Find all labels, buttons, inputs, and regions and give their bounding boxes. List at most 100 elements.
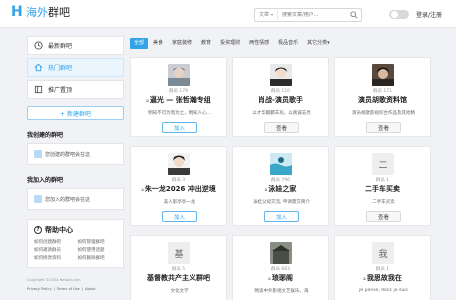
- member-count: 群员 5: [171, 267, 186, 272]
- category-filter-bar: 全部 美食 家庭装修 教育 投资理财 两性情感 极品音乐 其它分类▾: [130, 36, 432, 50]
- sidebar-item-promoted[interactable]: 推广置顶: [27, 80, 124, 99]
- lock-icon: 🔒︎: [268, 276, 271, 282]
- group-card[interactable]: 群员 683 🔒︎琅琊阁 畅谈中外影视文艺娱乐，海: [232, 235, 329, 300]
- login-register-link[interactable]: 登录/注册: [416, 10, 442, 19]
- search-box: 文章 ▾: [254, 8, 362, 22]
- site-logo[interactable]: H 海外群吧: [11, 5, 70, 20]
- search-type-label: 文章: [259, 12, 270, 18]
- filter-all[interactable]: 全部: [130, 37, 149, 49]
- group-avatar: [270, 153, 292, 175]
- join-button[interactable]: 加入: [162, 211, 197, 222]
- help-center-title: ? 帮助中心: [34, 225, 117, 235]
- group-card[interactable]: 我 群员 1 🔒︎我思故我在 Je pense, donc je suis: [334, 235, 431, 300]
- search-input[interactable]: [278, 12, 341, 18]
- group-card[interactable]: 二 群员 1 二手车买卖 二手车买卖 查看: [334, 146, 431, 226]
- filter-food[interactable]: 美食: [149, 38, 167, 49]
- group-desc: 二手车买卖: [372, 200, 395, 205]
- lock-icon: 🔒︎: [146, 98, 149, 104]
- my-created-box: 您创建的群吧会在这: [27, 143, 124, 165]
- group-avatar-letter: 基: [168, 242, 190, 264]
- footer-separator: |: [81, 287, 83, 291]
- group-name: 基督教共产主义群吧: [147, 274, 210, 282]
- group-card[interactable]: 群员 796 🔒︎泳娃之家 泳娃父母交流, 申请需交简介 加入: [232, 146, 329, 226]
- group-name: 🔒︎朱一龙2026 冲出逆境: [131, 184, 226, 194]
- group-avatar: [270, 64, 292, 86]
- my-joined-empty-text: 您加入的群吧会在这: [45, 196, 91, 203]
- group-desc: 美人影亭亭一龙: [163, 200, 196, 205]
- search-type-select[interactable]: 文章 ▾: [255, 10, 279, 20]
- filter-education[interactable]: 教育: [197, 38, 215, 49]
- help-link[interactable]: 如何邀请群员: [34, 247, 74, 253]
- book-icon: [34, 85, 43, 94]
- sidebar-item-label: 热门群吧: [48, 65, 73, 72]
- theme-toggle[interactable]: [389, 10, 409, 19]
- member-count: 群员 1: [375, 178, 390, 183]
- group-desc: 文化文学: [170, 289, 189, 294]
- group-icon: [34, 195, 42, 203]
- join-button[interactable]: 加入: [264, 211, 299, 222]
- logo-text-rest: 群吧: [48, 6, 70, 19]
- help-link[interactable]: 如何管理群吧: [78, 239, 118, 245]
- sidebar-item-latest[interactable]: 最新群吧: [27, 36, 124, 55]
- chevron-down-icon: ▾: [271, 12, 274, 17]
- about-link[interactable]: About: [85, 285, 96, 294]
- group-name: 🔒︎泳娃之家: [233, 184, 328, 194]
- help-center-title-text: 帮助中心: [45, 226, 73, 234]
- member-count: 群员 683: [270, 267, 291, 272]
- filter-home-decor[interactable]: 家庭装修: [168, 38, 196, 49]
- group-card[interactable]: 群员 3 🔒︎朱一龙2026 冲出逆境 美人影亭亭一龙 加入: [130, 146, 227, 226]
- lock-icon: 🔒︎: [264, 187, 268, 193]
- group-name: 肖战-演员歌手: [258, 96, 303, 104]
- filter-music[interactable]: 极品音乐: [274, 38, 302, 49]
- group-avatar: [168, 64, 190, 86]
- group-name: 🔒︎逼光 — 张哲瀚专组: [131, 95, 226, 105]
- lock-icon: 🔒︎: [141, 187, 144, 193]
- member-count: 群员 1: [375, 267, 390, 272]
- group-card[interactable]: 基 群员 5 基督教共产主义群吧 文化文学: [130, 235, 227, 300]
- group-desc: 以才华麒麟羊兆，以真诚志亮: [252, 111, 311, 116]
- group-avatar: [168, 153, 190, 175]
- filter-relationships[interactable]: 两性情感: [245, 38, 273, 49]
- help-link[interactable]: 如何修改资料: [34, 255, 74, 261]
- filter-other-dropdown[interactable]: 其它分类▾: [303, 38, 334, 49]
- my-created-title: 我创建的群吧: [27, 132, 64, 139]
- privacy-policy-link[interactable]: Privacy Policy: [27, 285, 52, 294]
- logo-text: 海外群吧: [26, 5, 70, 20]
- sidebar-item-label: 推广置顶: [48, 87, 73, 94]
- member-count: 群员 3: [171, 178, 186, 183]
- help-link[interactable]: 如何创建群吧: [34, 239, 74, 245]
- sidebar-item-hot[interactable]: 热门群吧: [27, 58, 124, 77]
- chevron-down-icon: ▾: [327, 39, 330, 46]
- footer-copyright: Copyright ©2024 Haiwai.com: [27, 278, 81, 282]
- member-count: 群员 179: [168, 89, 189, 94]
- footer: Copyright ©2024 Haiwai.com Privacy Polic…: [27, 276, 124, 294]
- filter-investment[interactable]: 投资理财: [216, 38, 244, 49]
- help-links: 如何创建群吧 如何管理群吧 如何邀请群员 如何使用话题 如何修改资料 如何删除群…: [34, 239, 117, 261]
- search-icon[interactable]: [350, 11, 358, 19]
- group-name: 二手车买卖: [365, 185, 400, 193]
- view-button[interactable]: 查看: [366, 211, 401, 222]
- view-button[interactable]: 查看: [366, 122, 401, 133]
- group-card[interactable]: 群员 110 肖战-演员歌手 以才华麒麟羊兆，以真诚志亮 查看: [232, 57, 329, 137]
- sidebar: 最新群吧 热门群吧 推广置顶 + 新建群吧 我创建的群吧 您创建的群吧会在这 我…: [27, 36, 124, 294]
- group-avatar: [270, 242, 292, 264]
- group-avatar: [372, 64, 394, 86]
- filter-other-label: 其它分类: [307, 39, 328, 46]
- help-center: ? 帮助中心 如何创建群吧 如何管理群吧 如何邀请群员 如何使用话题 如何修改资料…: [27, 219, 124, 268]
- new-group-button[interactable]: + 新建群吧: [27, 106, 124, 120]
- group-desc: 演员胡歌影视综合作品及其他精: [352, 111, 415, 116]
- terms-link[interactable]: Terms of Use: [57, 285, 80, 294]
- help-link[interactable]: 如何删除群吧: [78, 255, 118, 261]
- group-card[interactable]: 群员 171 演员胡歌资料馆 演员胡歌影视综合作品及其他精 查看: [334, 57, 431, 137]
- group-avatar-letter: 二: [372, 153, 394, 175]
- logo-text-highlight: 海外: [26, 6, 48, 19]
- my-joined-title: 我加入的群吧: [27, 177, 64, 184]
- group-name-text: 逼光 — 张哲瀚专组: [149, 96, 211, 104]
- help-link[interactable]: 如何使用话题: [78, 247, 118, 253]
- group-desc: 泳娃父母交流, 申请需交简介: [253, 200, 310, 205]
- view-button[interactable]: 查看: [264, 122, 299, 133]
- group-name: 🔒︎琅琊阁: [233, 273, 328, 283]
- group-card[interactable]: 群员 179 🔒︎逼光 — 张哲瀚专组 明知不可为而为之，明知人心... 加入: [130, 57, 227, 137]
- group-name: 🔒︎我思故我在: [335, 273, 430, 283]
- join-button[interactable]: 加入: [162, 122, 197, 133]
